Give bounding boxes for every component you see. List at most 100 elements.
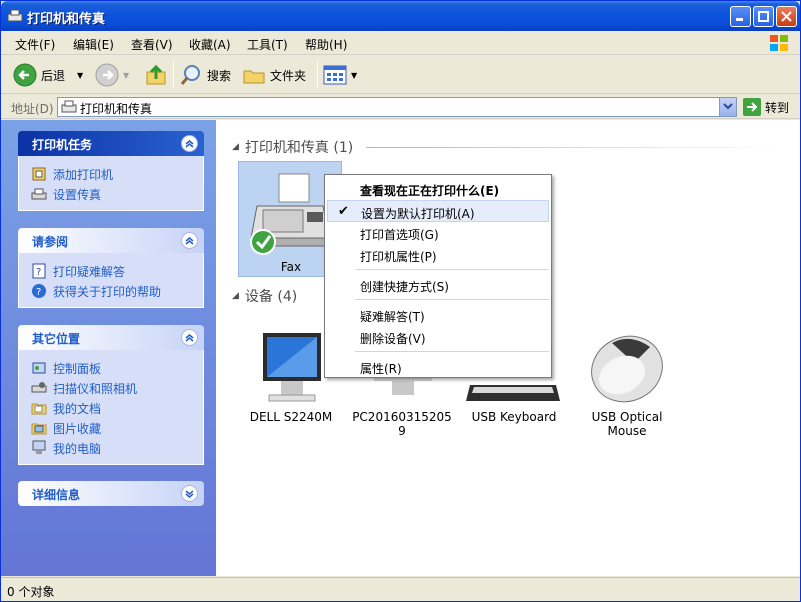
- task-print-help[interactable]: ? 获得关于打印的帮助: [31, 281, 203, 301]
- svg-text:?: ?: [36, 287, 41, 298]
- printer-tasks-header[interactable]: 打印机任务: [18, 131, 204, 156]
- menu-create-shortcut[interactable]: 创建快捷方式(S): [327, 274, 549, 296]
- task-add-printer[interactable]: 添加打印机: [31, 164, 203, 184]
- back-arrow-icon: [13, 63, 37, 87]
- title-bar[interactable]: 打印机和传真: [1, 1, 800, 31]
- toolbar-separator: [317, 62, 318, 88]
- menu-printing-preferences[interactable]: 打印首选项(G): [327, 222, 549, 244]
- place-scanners-cameras[interactable]: 扫描仪和照相机: [31, 378, 203, 398]
- check-icon: ✔: [338, 204, 349, 219]
- task-label: 添加打印机: [53, 167, 114, 182]
- back-button[interactable]: 后退 ▼: [13, 61, 83, 89]
- forward-button[interactable]: ▼: [95, 61, 129, 89]
- place-my-pictures[interactable]: 图片收藏: [31, 418, 203, 438]
- fax-icon: [31, 188, 47, 200]
- device-label: PC20160315205 9: [352, 410, 452, 438]
- device-monitor[interactable]: DELL S2240M: [246, 329, 336, 424]
- minimize-button[interactable]: [730, 6, 751, 27]
- task-label: 我的文档: [53, 401, 102, 416]
- collapse-chevron-icon[interactable]: [181, 329, 198, 346]
- search-button[interactable]: 搜索: [179, 61, 231, 89]
- other-places-title: 其它位置: [32, 332, 81, 346]
- printer-tasks-title: 打印机任务: [32, 138, 93, 152]
- add-printer-icon: [32, 167, 46, 181]
- windows-logo-icon: [770, 35, 788, 51]
- device-mouse[interactable]: USB Optical Mouse: [578, 329, 676, 438]
- chevron-down-icon: [723, 103, 733, 110]
- device-label: USB Optical Mouse: [591, 410, 663, 438]
- help-circle-icon: ?: [32, 284, 46, 298]
- task-setup-fax[interactable]: 设置传真: [31, 184, 203, 204]
- forward-dropdown-icon[interactable]: ▼: [123, 71, 129, 80]
- go-label: 转到: [765, 100, 790, 115]
- menu-favorites[interactable]: 收藏(A): [189, 36, 231, 53]
- printers-group-header[interactable]: ◢ 打印机和传真 (1): [232, 137, 353, 157]
- address-label: 地址(D): [11, 102, 54, 116]
- mouse-icon: [591, 335, 663, 403]
- up-button[interactable]: [144, 61, 168, 89]
- close-icon: [781, 11, 792, 22]
- close-button[interactable]: [776, 6, 797, 27]
- menu-properties[interactable]: 属性(R): [327, 356, 549, 378]
- menu-separator: [355, 269, 549, 270]
- see-also-box: 请参阅 ? 打印疑难解答 ? 获得关于打印的帮助: [18, 228, 204, 308]
- see-also-header[interactable]: 请参阅: [18, 228, 204, 253]
- toolbar: 后退 ▼ ▼ 搜索 文件夹 ▼: [1, 56, 800, 94]
- menu-view[interactable]: 查看(V): [131, 36, 173, 53]
- other-places-body: 控制面板 扫描仪和照相机 我的文档 图片收藏 我的电脑: [18, 350, 204, 465]
- window-title: 打印机和传真: [27, 12, 106, 27]
- forward-arrow-icon: [95, 63, 119, 87]
- printers-group-title: 打印机和传真 (1): [244, 140, 354, 156]
- documents-folder-icon: [31, 403, 47, 415]
- collapse-triangle-icon[interactable]: ◢: [232, 291, 239, 301]
- explorer-window: 打印机和传真 文件(F) 编辑(E) 查看(V) 收藏(A) 工具(T) 帮助(…: [0, 0, 801, 602]
- minimize-icon: [736, 18, 743, 21]
- other-places-box: 其它位置 控制面板 扫描仪和照相机 我的文档 图片收藏 我的电脑: [18, 325, 204, 465]
- task-label: 图片收藏: [53, 421, 102, 436]
- folders-button[interactable]: 文件夹: [242, 61, 306, 89]
- toolbar-separator: [173, 62, 174, 88]
- scanner-camera-icon: [31, 382, 47, 393]
- task-label: 设置传真: [53, 187, 102, 202]
- details-header[interactable]: 详细信息: [18, 481, 204, 506]
- menu-help[interactable]: 帮助(H): [305, 36, 347, 53]
- help-book-icon: ?: [32, 263, 46, 279]
- address-bar: 地址(D) 打印机和传真 转到: [1, 95, 800, 119]
- printer-folder-icon: [61, 100, 77, 113]
- expand-chevron-icon[interactable]: [181, 485, 198, 502]
- menu-set-default-printer[interactable]: ✔ 设置为默认打印机(A): [327, 200, 549, 222]
- menu-tools[interactable]: 工具(T): [247, 36, 288, 53]
- search-icon: [180, 65, 200, 85]
- place-my-documents[interactable]: 我的文档: [31, 398, 203, 418]
- maximize-button[interactable]: [753, 6, 774, 27]
- menu-printer-properties[interactable]: 打印机属性(P): [327, 244, 549, 266]
- place-control-panel[interactable]: 控制面板: [31, 358, 203, 378]
- monitor-icon: [263, 333, 321, 402]
- devices-group-header[interactable]: ◢ 设备 (4): [232, 286, 297, 306]
- menu-file[interactable]: 文件(F): [15, 36, 55, 53]
- task-pane: 打印机任务 添加打印机 设置传真 请参阅 ? 打印疑难解答 ? 获得关于打印的帮…: [1, 120, 216, 576]
- views-dropdown-icon[interactable]: ▼: [351, 71, 357, 80]
- menu-item-label: 设置为默认打印机(A): [361, 207, 475, 221]
- back-dropdown-icon[interactable]: ▼: [77, 71, 83, 80]
- collapse-chevron-icon[interactable]: [181, 135, 198, 152]
- fax-machine-icon: [250, 173, 330, 255]
- control-panel-icon: [32, 362, 46, 374]
- go-button[interactable]: 转到: [743, 98, 789, 116]
- place-my-computer[interactable]: 我的电脑: [31, 438, 203, 458]
- task-label: 打印疑难解答: [53, 264, 126, 279]
- menu-see-whats-printing[interactable]: 查看现在正在打印什么(E): [327, 178, 549, 200]
- collapse-chevron-icon[interactable]: [181, 232, 198, 249]
- views-button[interactable]: ▼: [323, 61, 357, 89]
- address-input[interactable]: 打印机和传真: [57, 97, 737, 117]
- task-print-troubleshooter[interactable]: ? 打印疑难解答: [31, 261, 203, 281]
- views-icon: [323, 65, 347, 85]
- menu-remove-device[interactable]: 删除设备(V): [327, 326, 549, 348]
- back-label: 后退: [41, 68, 66, 83]
- other-places-header[interactable]: 其它位置: [18, 325, 204, 350]
- menu-edit[interactable]: 编辑(E): [73, 36, 114, 53]
- menu-troubleshoot[interactable]: 疑难解答(T): [327, 304, 549, 326]
- address-dropdown-button[interactable]: [719, 98, 736, 116]
- collapse-triangle-icon[interactable]: ◢: [232, 142, 239, 152]
- svg-text:?: ?: [36, 267, 41, 278]
